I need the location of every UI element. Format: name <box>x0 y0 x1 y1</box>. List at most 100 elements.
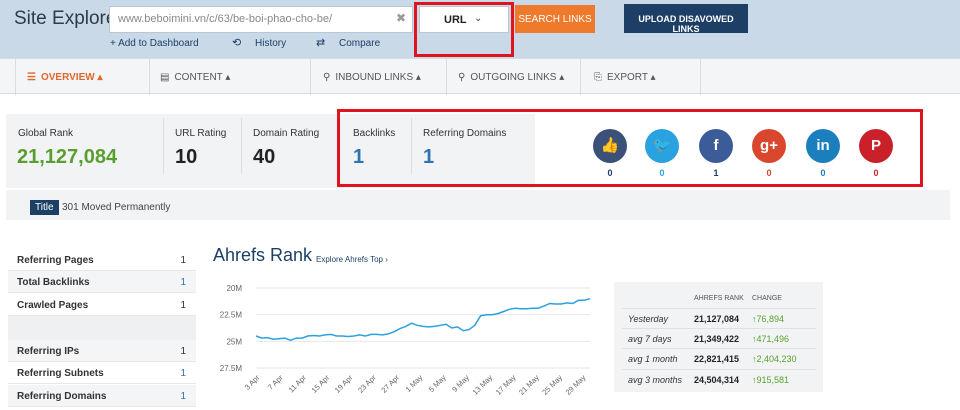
rank-row-divider <box>622 328 816 329</box>
y-tick-label: 22.5M <box>220 311 243 320</box>
twitter-icon[interactable]: 🐦 <box>645 129 679 163</box>
rank-row-change: ↑76,894 <box>752 314 785 324</box>
chart-title: Ahrefs Rank <box>213 245 313 265</box>
col-ahrefs-rank: AHREFS RANK <box>694 295 744 302</box>
pinterest-icon[interactable]: P <box>859 129 893 163</box>
facebook-count: 1 <box>713 168 719 178</box>
stat-row[interactable]: Referring Pages 1 <box>8 249 196 271</box>
stat-label: Referring Domains <box>17 391 107 402</box>
x-tick-label: 3 Apr <box>243 373 262 392</box>
content-icon: ▤ <box>160 72 170 83</box>
rank-row-divider <box>622 348 816 349</box>
stat-value[interactable]: 1 <box>180 391 186 402</box>
stat-label: Crawled Pages <box>17 300 89 311</box>
highlight-box-mode <box>414 2 514 57</box>
domain-rating-label: Domain Rating <box>253 128 320 139</box>
x-tick-label: 5 May <box>427 373 448 394</box>
tab-content[interactable]: ▤ CONTENT ▴ <box>160 59 230 95</box>
tab-export[interactable]: ⎘ EXPORT ▴ <box>594 59 656 95</box>
google-plus-count: 0 <box>766 168 772 178</box>
stat-row[interactable]: Referring IPs 1 <box>8 340 196 362</box>
layers-icon: ☰ <box>27 72 36 83</box>
stat-row[interactable]: Total Backlinks 1 <box>8 271 196 293</box>
tab-export-label: EXPORT <box>607 72 648 83</box>
compare-icon: ⇄ <box>316 37 326 49</box>
y-tick-label: 20M <box>226 284 242 293</box>
tab-overview-label: OVERVIEW <box>40 72 95 83</box>
url-rating-label: URL Rating <box>175 128 227 139</box>
linkedin-count: 0 <box>820 168 826 178</box>
x-tick-label: 1 May <box>404 373 425 394</box>
stat-value: 1 <box>180 346 186 357</box>
tab-content-label: CONTENT <box>174 72 223 83</box>
search-links-button[interactable]: SEARCH LINKS <box>515 5 595 33</box>
facebook-like-count: 0 <box>607 168 613 178</box>
stat-value[interactable]: 1 <box>180 368 186 379</box>
history-icon: ⟲ <box>232 37 242 49</box>
link-out-icon: ⚲ <box>458 72 466 83</box>
stat-value: 1 <box>180 300 186 311</box>
section-nav: ☰ OVERVIEW ▴ ▤ CONTENT ▴ ⚲ INBOUND LINKS ▴ … <box>0 58 960 95</box>
tab-inbound-label: INBOUND LINKS <box>335 72 414 83</box>
domain-rating-value: 40 <box>253 146 276 168</box>
stat-value[interactable]: 1 <box>180 277 186 288</box>
google-plus-icon[interactable]: g+ <box>752 129 786 163</box>
rank-row-divider <box>622 369 816 370</box>
global-rank-value: 21,127,084 <box>17 146 118 168</box>
explore-ahrefs-top-link[interactable]: Explore Ahrefs Top › <box>316 255 388 264</box>
twitter-count: 0 <box>659 168 665 178</box>
ahrefs-rank-chart: 20M 22.5M 25M 27.5M3 Apr 7 Apr 11 Apr 15 Apr 19… <box>220 284 591 397</box>
rank-row-value: 24,504,314 <box>694 375 740 385</box>
url-input[interactable]: www.beboimini.vn/c/63/be-boi-phao-cho-be… <box>109 6 413 33</box>
url-rating-value: 10 <box>175 146 198 168</box>
stat-label: Referring Pages <box>17 255 94 266</box>
x-tick-label: 29 May <box>564 373 588 397</box>
rank-row-value: 22,821,415 <box>694 354 740 364</box>
y-tick-label: 27.5M <box>220 364 243 373</box>
add-to-dashboard-link[interactable]: + Add to Dashboard <box>110 38 199 49</box>
col-change: CHANGE <box>752 295 782 302</box>
clear-icon[interactable]: ✖ <box>396 11 406 25</box>
rank-row-value: 21,127,084 <box>694 314 740 324</box>
stats-spacer <box>8 316 196 340</box>
pinterest-count: 0 <box>873 168 879 178</box>
history-link[interactable]: History <box>255 38 286 49</box>
facebook-icon[interactable]: f <box>699 129 733 163</box>
tab-outgoing-links[interactable]: ⚲ OUTGOING LINKS ▴ <box>458 59 564 95</box>
export-icon: ⎘ <box>594 72 602 83</box>
stat-label: Referring IPs <box>17 346 80 357</box>
x-tick-label: 19 Apr <box>333 373 355 395</box>
x-tick-label: 25 May <box>540 373 564 397</box>
rank-row-label: avg 1 month <box>628 354 678 364</box>
stat-row[interactable]: Referring Domains 1 <box>8 385 196 407</box>
facebook-like-icon[interactable]: 👍 <box>593 129 627 163</box>
x-tick-label: 21 May <box>517 373 541 397</box>
stat-value: 1 <box>180 255 186 266</box>
rank-row-change: ↑2,404,230 <box>752 354 797 364</box>
stat-label: Referring Subnets <box>17 368 104 379</box>
title-text: 301 Moved Permanently <box>62 202 171 213</box>
x-tick-label: 9 May <box>450 373 471 394</box>
tab-inbound-links[interactable]: ⚲ INBOUND LINKS ▴ <box>323 59 421 95</box>
tab-overview[interactable]: ☰ OVERVIEW ▴ <box>15 59 149 95</box>
x-tick-label: 11 Apr <box>287 373 309 395</box>
tab-outgoing-label: OUTGOING LINKS <box>470 72 557 83</box>
stat-row[interactable]: Crawled Pages 1 <box>8 294 196 316</box>
linkedin-icon[interactable]: in <box>806 129 840 163</box>
upload-disavowed-button[interactable]: UPLOAD DISAVOWED LINKS <box>624 4 748 34</box>
rank-row-change: ↑915,581 <box>752 375 790 385</box>
x-tick-label: 23 Apr <box>356 373 378 395</box>
x-tick-label: 27 Apr <box>379 373 401 395</box>
x-tick-label: 15 Apr <box>310 373 332 395</box>
rank-series-line <box>255 297 591 342</box>
rank-row-label: Yesterday <box>628 314 669 324</box>
y-tick-label: 25M <box>226 337 242 346</box>
stat-label: Total Backlinks <box>17 277 90 288</box>
x-tick-label: 17 May <box>494 373 518 397</box>
compare-link[interactable]: Compare <box>339 38 380 49</box>
rank-row-change: ↑471,496 <box>752 334 790 344</box>
stat-row[interactable]: Referring Subnets 1 <box>8 362 196 384</box>
x-tick-label: 13 May <box>471 373 495 397</box>
global-rank-label: Global Rank <box>18 128 74 139</box>
rank-row-value: 21,349,422 <box>694 334 740 344</box>
